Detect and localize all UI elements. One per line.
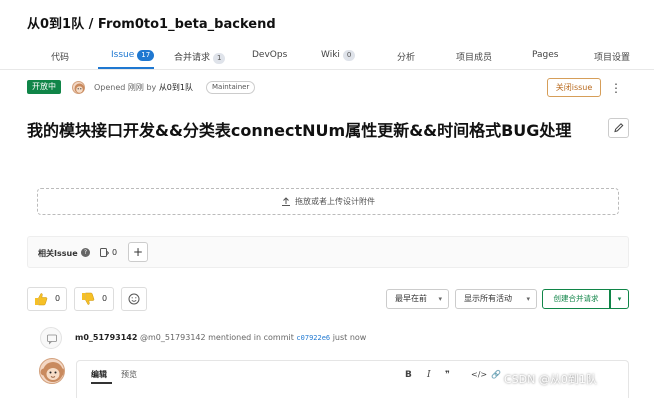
tab-pages[interactable]: Pages <box>532 50 558 60</box>
activity-filter-dropdown[interactable]: 显示所有活动 ▾ <box>455 289 537 309</box>
chevron-down-icon: ▾ <box>526 295 530 303</box>
chevron-down-icon: ▾ <box>438 295 442 303</box>
thumbs-up-icon <box>35 293 48 306</box>
merge-request-options-toggle[interactable]: ▾ <box>610 289 629 309</box>
project-nav-tabs: 代码 Issue 17 合并请求 1 DevOps Wiki 0 分析 项目成员 Pa… <box>0 44 654 70</box>
bold-button[interactable]: B <box>405 370 412 380</box>
sort-order-label: 最早在前 <box>395 294 427 303</box>
author-avatar[interactable] <box>72 81 85 94</box>
thumbs-down-count: 0 <box>102 294 108 303</box>
related-issues-panel: 相关Issue ? 0 + <box>27 236 629 268</box>
note-time: just now <box>332 333 367 342</box>
tab-label: Wiki <box>321 50 340 60</box>
link-button[interactable]: 🔗 <box>491 370 501 379</box>
more-actions-icon[interactable]: ⋮ <box>610 80 622 96</box>
italic-button[interactable]: I <box>427 370 431 380</box>
issue-count-badge: 17 <box>137 50 155 61</box>
add-related-issue-button[interactable]: + <box>128 242 148 262</box>
note-author[interactable]: m0_51793142 <box>75 333 137 342</box>
note-action: mentioned in commit <box>208 333 294 342</box>
mr-count-badge: 1 <box>213 53 226 64</box>
wiki-count-badge: 0 <box>342 50 356 61</box>
comment-icon <box>47 334 57 345</box>
issues-icon <box>100 248 109 257</box>
tab-label: 项目成员 <box>456 53 493 63</box>
thumbs-down-button[interactable]: 0 <box>74 287 114 311</box>
active-tab-indicator <box>98 67 154 69</box>
tab-label: Pages <box>532 50 559 60</box>
tab-members[interactable]: 项目成员 <box>456 50 492 63</box>
smiley-icon <box>128 293 140 305</box>
pencil-icon <box>614 123 624 133</box>
design-dropzone[interactable]: 拖放或者上传设计附件 <box>37 188 619 215</box>
close-issue-button[interactable]: 关闭issue <box>547 78 601 97</box>
role-badge: Maintainer <box>206 81 256 94</box>
tab-merge-requests[interactable]: 合并请求 1 <box>174 50 226 64</box>
code-button[interactable]: </> <box>471 370 487 379</box>
opened-by-line: Opened 刚刚 by 从0到1队 <box>94 82 193 93</box>
thumbs-down-icon <box>82 292 95 305</box>
tab-wiki[interactable]: Wiki 0 <box>321 50 356 61</box>
sort-order-dropdown[interactable]: 最早在前 ▾ <box>386 289 449 309</box>
system-note-icon <box>40 327 62 349</box>
issue-title: 我的模块接口开发&&分类表connectNUm属性更新&&时间格式BUG处理 <box>27 121 572 140</box>
tab-issues[interactable]: Issue 17 <box>111 50 155 61</box>
monkey-avatar-icon <box>74 83 85 94</box>
upload-label: 拖放或者上传设计附件 <box>295 197 375 206</box>
page-title: 从0到1队 / From0to1_beta_backend <box>27 17 276 32</box>
note-author-handle: @m0_51793142 <box>139 333 206 342</box>
tab-label: Issue <box>111 50 135 60</box>
related-issues-label: 相关Issue <box>38 249 78 258</box>
edit-title-button[interactable] <box>608 118 629 138</box>
tab-write[interactable]: 编辑 <box>91 369 107 380</box>
tab-settings[interactable]: 项目设置 <box>594 50 630 63</box>
tab-devops[interactable]: DevOps <box>252 50 287 60</box>
author-name[interactable]: 从0到1队 <box>159 83 193 92</box>
tab-label: 项目设置 <box>594 53 631 63</box>
tab-analytics[interactable]: 分析 <box>397 50 415 63</box>
thumbs-up-count: 0 <box>55 294 61 303</box>
activity-filter-label: 显示所有活动 <box>464 294 512 303</box>
tab-code[interactable]: 代码 <box>51 50 69 63</box>
opened-prefix: Opened 刚刚 by <box>94 83 157 92</box>
thumbs-up-button[interactable]: 0 <box>27 287 67 311</box>
active-editor-tab-indicator <box>91 382 112 384</box>
related-issues-count: 0 <box>112 248 118 257</box>
upload-icon <box>282 196 290 206</box>
tab-preview[interactable]: 预览 <box>121 369 137 380</box>
activity-note: m0_51793142 @m0_51793142 mentioned in co… <box>75 333 366 342</box>
chevron-down-icon: ▾ <box>617 295 622 303</box>
tab-label: DevOps <box>252 50 288 60</box>
tab-label: 合并请求 <box>174 53 211 63</box>
question-icon[interactable]: ? <box>81 248 90 257</box>
quote-button[interactable]: ❞ <box>445 370 450 380</box>
add-reaction-button[interactable] <box>121 287 147 311</box>
create-merge-request-button[interactable]: 创建合并请求 <box>542 289 610 309</box>
current-user-avatar[interactable] <box>39 358 65 384</box>
status-badge: 开放中 <box>27 80 61 94</box>
tab-label: 分析 <box>397 53 416 63</box>
tab-label: 代码 <box>51 53 70 63</box>
csdn-watermark: CSDN @从0到1队 <box>504 373 597 386</box>
commit-link[interactable]: c07922e6 <box>296 334 330 342</box>
monkey-avatar-icon <box>40 362 64 382</box>
